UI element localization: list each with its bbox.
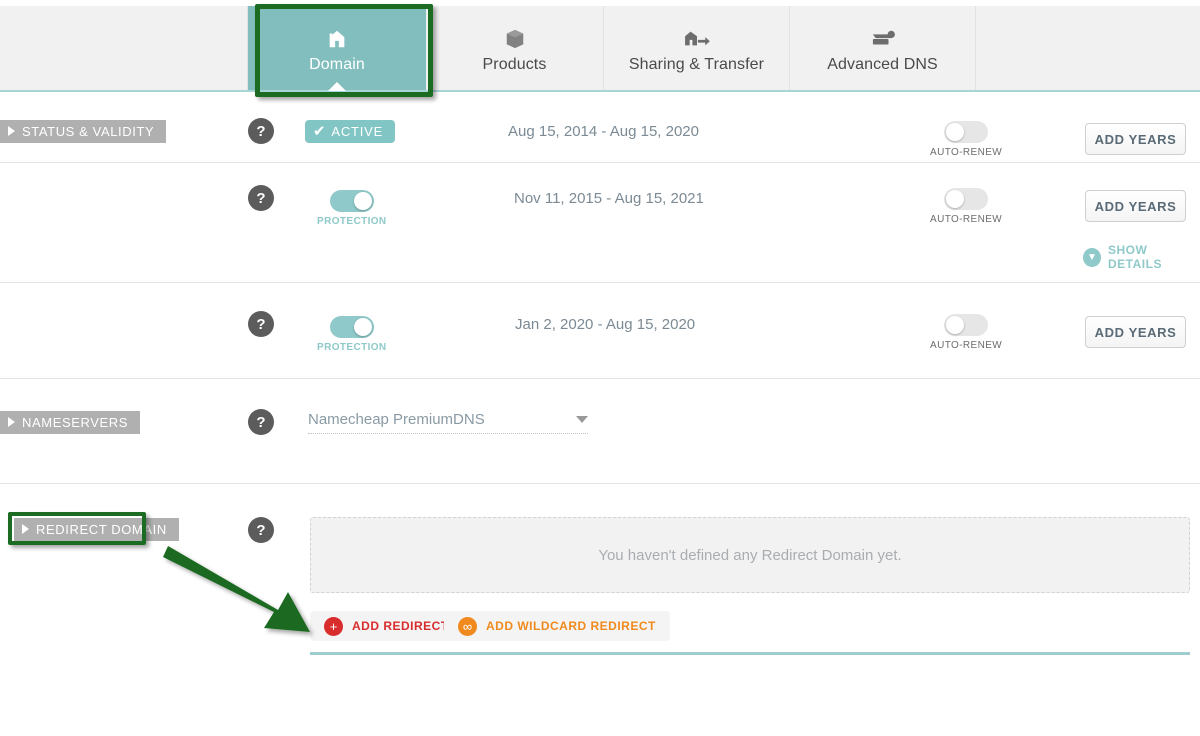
status-badge-label: ACTIVE: [331, 124, 384, 139]
add-wildcard-redirect-button[interactable]: ∞ ADD WILDCARD REDIRECT: [444, 611, 670, 641]
protection-label: PROTECTION: [317, 216, 387, 227]
toggle-knob: [353, 192, 372, 210]
tab-advanced-dns[interactable]: Advanced DNS: [790, 6, 976, 90]
redirect-domain-empty-state: You haven't defined any Redirect Domain …: [310, 517, 1190, 593]
tab-sharing-transfer[interactable]: Sharing & Transfer: [604, 6, 790, 90]
protection-toggle-row-2[interactable]: PROTECTION: [317, 190, 387, 227]
status-badge-active[interactable]: ✔ ACTIVE: [305, 120, 396, 143]
help-icon-redirect-domain[interactable]: ?: [248, 517, 274, 543]
server-icon: [870, 22, 896, 50]
toggle-switch[interactable]: [944, 188, 989, 210]
infinity-icon: ∞: [458, 616, 477, 636]
row-divider-4: [0, 483, 1200, 484]
box-icon: [504, 22, 526, 50]
auto-renew-toggle-row-2[interactable]: AUTO-RENEW: [930, 188, 1002, 225]
add-years-button-row-2[interactable]: ADD YEARS: [1085, 190, 1186, 222]
toggle-switch[interactable]: [944, 121, 989, 143]
help-icon-nameservers[interactable]: ?: [248, 409, 274, 435]
section-label-status-validity: STATUS & VALIDITY: [0, 120, 167, 143]
show-details-link[interactable]: ▼ SHOW DETAILS: [1083, 243, 1200, 271]
tab-sharing-transfer-label: Sharing & Transfer: [628, 56, 765, 73]
add-wildcard-redirect-label: ADD WILDCARD REDIRECT: [486, 619, 656, 633]
add-redirect-label: ADD REDIRECT: [352, 619, 449, 633]
nameservers-selected-value: Namecheap PremiumDNS: [308, 411, 485, 428]
home-icon: [326, 22, 348, 50]
plus-icon: +: [324, 616, 343, 636]
toggle-knob: [353, 318, 372, 336]
active-tab-caret-icon: [328, 82, 346, 91]
tab-domain-label: Domain: [309, 56, 365, 73]
tab-advanced-dns-label: Advanced DNS: [827, 56, 938, 73]
auto-renew-label: AUTO-RENEW: [930, 147, 1003, 158]
protection-label: PROTECTION: [317, 342, 387, 353]
help-icon-protection-row-2[interactable]: ?: [248, 185, 274, 211]
auto-renew-label: AUTO-RENEW: [930, 214, 1003, 225]
add-years-button-row-1[interactable]: ADD YEARS: [1085, 123, 1186, 155]
toggle-switch[interactable]: [329, 316, 374, 338]
toggle-knob: [946, 316, 965, 334]
row-divider-1: [0, 162, 1200, 163]
tab-domain[interactable]: Domain: [248, 6, 426, 91]
tab-products-label: Products: [482, 56, 547, 73]
toggle-knob: [946, 123, 965, 141]
tab-bar-right-spacer: [976, 6, 1200, 90]
main-tab-bar: Domain Products Sharing & Transfer Advan…: [0, 6, 1200, 92]
check-icon: ✔: [313, 123, 327, 140]
row-divider-3: [0, 378, 1200, 379]
section-bottom-rule: [310, 652, 1190, 655]
section-label-nameservers: NAMESERVERS: [0, 411, 141, 434]
nameservers-select[interactable]: Namecheap PremiumDNS: [308, 411, 588, 434]
toggle-switch[interactable]: [944, 314, 989, 336]
chevron-down-icon: ▼: [1083, 247, 1101, 267]
date-range-row-1: Aug 15, 2014 - Aug 15, 2020: [508, 123, 699, 140]
domain-management-page: Domain Products Sharing & Transfer Advan…: [0, 0, 1200, 736]
show-details-label: SHOW DETAILS: [1108, 243, 1162, 271]
chevron-down-icon: [576, 416, 588, 423]
auto-renew-toggle-row-1[interactable]: AUTO-RENEW: [930, 121, 1002, 158]
tab-products[interactable]: Products: [426, 6, 604, 90]
tab-bar-left-spacer: [0, 6, 248, 90]
help-icon-protection-row-3[interactable]: ?: [248, 311, 274, 337]
redirect-empty-message: You haven't defined any Redirect Domain …: [598, 546, 902, 564]
help-icon-status-validity[interactable]: ?: [248, 118, 274, 144]
add-redirect-button[interactable]: + ADD REDIRECT: [310, 611, 463, 641]
add-years-button-row-3[interactable]: ADD YEARS: [1085, 316, 1186, 348]
toggle-switch[interactable]: [329, 190, 374, 212]
section-label-redirect-domain: REDIRECT DOMAIN: [14, 518, 179, 541]
transfer-icon: [684, 22, 710, 50]
auto-renew-toggle-row-3[interactable]: AUTO-RENEW: [930, 314, 1002, 351]
date-range-row-3: Jan 2, 2020 - Aug 15, 2020: [515, 316, 696, 333]
protection-toggle-row-3[interactable]: PROTECTION: [317, 316, 387, 353]
row-divider-2: [0, 282, 1200, 283]
auto-renew-label: AUTO-RENEW: [930, 340, 1003, 351]
date-range-row-2: Nov 11, 2015 - Aug 15, 2021: [514, 190, 704, 207]
toggle-knob: [946, 190, 965, 208]
